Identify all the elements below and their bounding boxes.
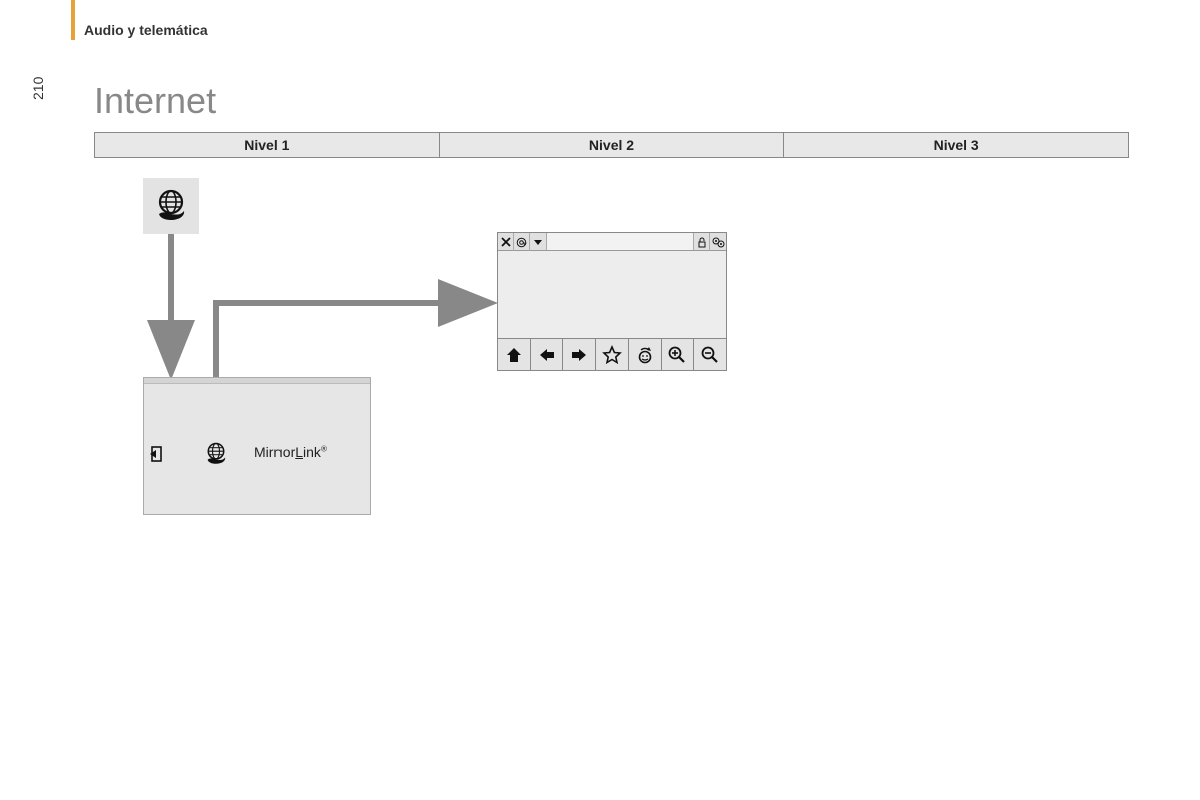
browser-toolbar-bottom [498,338,726,370]
internet-launcher[interactable] [143,178,199,234]
close-icon [501,237,511,247]
level-header-2: Nivel 2 [439,133,784,158]
page-number: 210 [30,77,46,100]
gear-icon [712,237,725,248]
address-bar[interactable] [546,233,694,250]
favorite-button[interactable] [596,339,629,370]
chevron-down-icon [533,237,543,247]
address-at-button[interactable] [514,233,530,251]
arrow-right-icon [570,346,588,364]
arrow-left-icon [538,346,556,364]
levels-header-row: Nivel 1 Nivel 2 Nivel 3 [94,132,1129,158]
zoom-in-button[interactable] [662,339,695,370]
mirrorlink-label[interactable]: MirrrorLink® [254,444,327,460]
browser-toolbar-top [498,233,726,251]
at-icon [516,237,527,248]
zoom-in-icon [667,345,687,365]
dropdown-button[interactable] [530,233,546,251]
section-header: Audio y telemática [84,22,208,38]
refresh-icon [635,345,655,365]
browser-window [497,232,727,371]
tab-marker [71,0,75,40]
globe-hand-icon[interactable] [202,440,230,468]
page-title: Internet [94,80,216,122]
star-icon [602,345,622,365]
zoom-out-icon [700,345,720,365]
settings-button[interactable] [710,233,726,251]
exit-icon[interactable] [150,446,166,462]
back-button[interactable] [531,339,564,370]
level-header-1: Nivel 1 [95,133,440,158]
refresh-button[interactable] [629,339,662,370]
close-button[interactable] [498,233,514,251]
browser-viewport [498,251,726,338]
forward-button[interactable] [563,339,596,370]
app-selection-panel: MirrrorLink® [143,377,371,515]
lock-button[interactable] [694,233,710,251]
globe-hand-icon [151,186,191,226]
home-button[interactable] [498,339,531,370]
lock-icon [697,237,707,248]
zoom-out-button[interactable] [694,339,726,370]
level-header-3: Nivel 3 [784,133,1129,158]
home-icon [505,346,523,364]
